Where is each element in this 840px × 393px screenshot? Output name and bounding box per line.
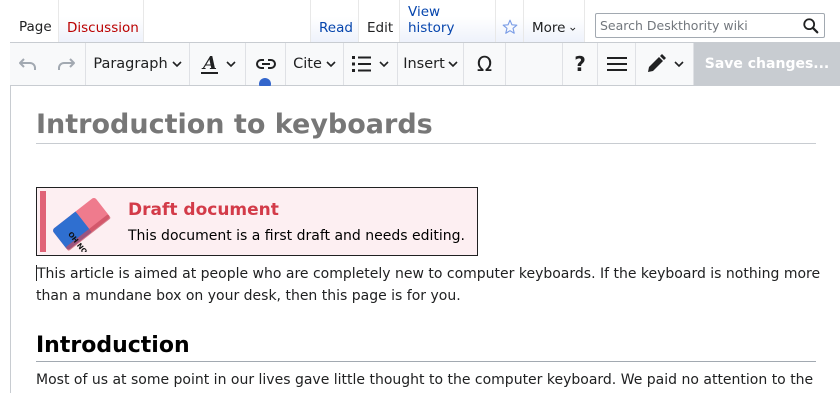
intro-paragraph-text: This article is aimed at people who are … [36,266,821,304]
insert-label: Insert [403,56,445,72]
paragraph-format-dropdown[interactable]: Paragraph [86,43,190,85]
edit-mode-dropdown[interactable] [636,43,694,85]
omega-icon: Ω [476,52,493,76]
search-input[interactable] [596,14,796,37]
star-icon [502,19,517,34]
special-character-button[interactable]: Ω [464,43,506,85]
page-title[interactable]: Introduction to keyboards [36,108,816,144]
help-button[interactable]: ? [562,43,598,85]
redo-button[interactable] [46,43,86,85]
cite-dropdown[interactable]: Cite [286,43,344,85]
text-style-icon: A [200,53,218,74]
page-options-menu[interactable] [598,43,636,85]
link-icon [255,59,276,69]
watch-star-icon[interactable] [495,0,523,42]
tab-edit[interactable]: Edit [358,0,399,42]
tab-page-label: Page [19,19,52,35]
notice-text: This document is a first draft and needs… [128,228,465,244]
insert-dropdown[interactable]: Insert [398,43,464,85]
undo-icon [19,58,36,70]
tab-read-label: Read [319,20,353,36]
tab-discussion-label: Discussion [67,20,139,36]
tab-edit-label: Edit [367,20,394,36]
list-dropdown[interactable] [344,43,398,85]
notice-title: Draft document [128,200,279,220]
intro-paragraph[interactable]: This article is aimed at people who are … [36,263,826,307]
chevron-down-icon [448,61,458,68]
hamburger-menu-icon [606,57,627,71]
page-tabs: Page Discussion Read Edit View history M… [0,0,840,42]
chevron-down-icon [326,61,336,68]
more-menu-label: More [532,20,566,36]
paragraph-format-label: Paragraph [93,56,168,72]
svg-text:A: A [201,53,217,74]
editor-toolbar: Paragraph A Cite Insert Ω ? Save changes… [10,42,840,86]
text-style-dropdown[interactable]: A [190,43,246,85]
chevron-down-icon [172,61,182,68]
redo-icon [57,58,75,70]
search-box [595,13,825,38]
save-changes-label: Save changes... [704,56,830,72]
pencil-icon [647,54,666,72]
chevron-down-icon [673,61,684,68]
undo-button[interactable] [10,43,46,85]
bullet-list-icon [352,56,371,72]
tab-discussion[interactable]: Discussion [58,0,144,42]
save-changes-button[interactable]: Save changes... [694,43,840,85]
tab-view-history[interactable]: View history [399,0,495,42]
editor-content[interactable]: Introduction to keyboards OH NOES! Draft… [10,86,840,393]
chevron-down-icon [225,61,236,68]
search-icon[interactable] [802,17,820,35]
notice-accent-bar [40,191,46,252]
help-icon: ? [574,52,586,76]
eraser-icon: OH NOES! [53,197,111,252]
tab-page[interactable]: Page [11,0,59,42]
draft-notice: OH NOES! Draft document This document is… [36,187,478,256]
more-menu[interactable]: More [523,0,585,42]
section-heading-introduction[interactable]: Introduction [36,331,816,362]
cite-label: Cite [293,56,322,72]
tab-view-history-label: View history [408,4,455,36]
chevron-down-icon [570,27,576,31]
chevron-down-icon [379,61,389,68]
body-paragraph[interactable]: Most of us at some point in our lives ga… [36,369,826,391]
